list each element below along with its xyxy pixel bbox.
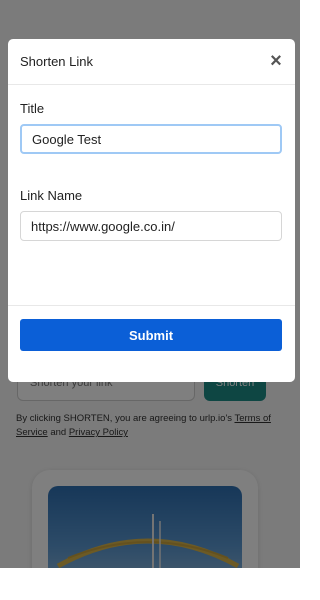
dialog-title: Shorten Link <box>20 54 93 69</box>
dialog-header: Shorten Link × <box>8 39 295 85</box>
screen: Shorten your link Shorten By clicking SH… <box>0 0 300 600</box>
title-input[interactable] <box>20 124 282 154</box>
link-name-label: Link Name <box>20 188 83 203</box>
title-label: Title <box>20 101 45 116</box>
submit-button[interactable]: Submit <box>20 319 282 351</box>
page-bottom-strip <box>0 568 300 600</box>
shorten-link-dialog: Shorten Link × Title Link Name Submit <box>8 39 295 382</box>
close-icon[interactable]: × <box>268 51 284 71</box>
link-name-input[interactable] <box>20 211 282 241</box>
dialog-footer-divider <box>8 305 295 306</box>
